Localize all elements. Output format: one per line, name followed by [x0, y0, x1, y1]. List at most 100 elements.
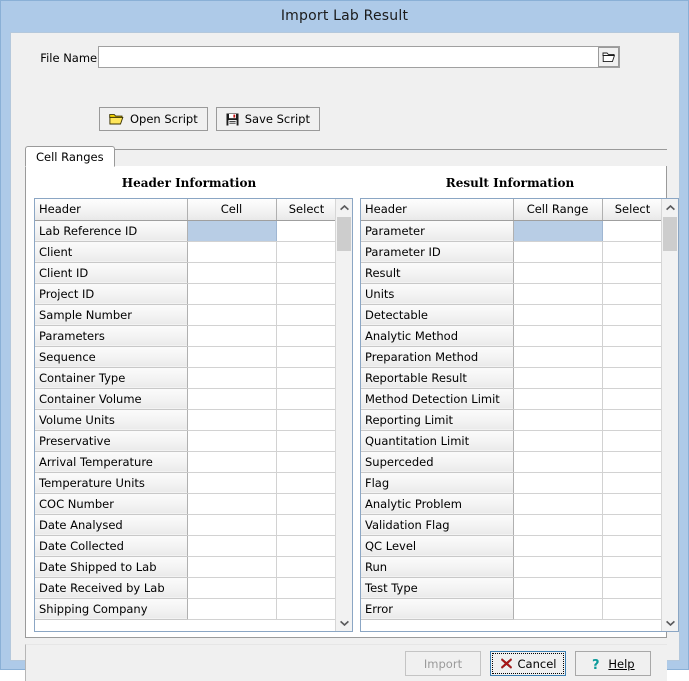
row-header-cell[interactable]: Analytic Problem [361, 493, 514, 515]
row-header-cell[interactable]: Error [361, 598, 514, 620]
row-header-cell[interactable]: Lab Reference ID [35, 220, 188, 242]
row-header-cell[interactable]: Run [361, 556, 514, 578]
row-select-cell[interactable] [602, 556, 661, 578]
table-row[interactable]: Date Received by Lab [35, 577, 335, 599]
row-value-cell[interactable] [513, 493, 603, 515]
row-header-cell[interactable]: Arrival Temperature [35, 451, 188, 473]
table-row[interactable]: Method Detection Limit [361, 388, 661, 410]
row-header-cell[interactable]: Date Collected [35, 535, 188, 557]
table-row[interactable]: QC Level [361, 535, 661, 557]
row-value-cell[interactable] [187, 430, 277, 452]
table-row[interactable]: Reporting Limit [361, 409, 661, 431]
row-select-cell[interactable] [276, 430, 335, 452]
row-value-cell[interactable] [513, 577, 603, 599]
table-row[interactable]: Analytic Problem [361, 493, 661, 515]
table-row[interactable]: Error [361, 598, 661, 620]
row-header-cell[interactable]: Units [361, 283, 514, 305]
row-header-cell[interactable]: Volume Units [35, 409, 188, 431]
file-name-input[interactable] [101, 47, 596, 67]
row-header-cell[interactable]: Date Analysed [35, 514, 188, 536]
import-button[interactable]: Import [405, 651, 481, 676]
row-value-cell[interactable] [187, 472, 277, 494]
row-select-cell[interactable] [602, 514, 661, 536]
table-row[interactable]: Parameter [361, 220, 661, 242]
row-header-cell[interactable]: COC Number [35, 493, 188, 515]
row-select-cell[interactable] [602, 346, 661, 368]
scrollbar-thumb[interactable] [663, 217, 677, 251]
row-select-cell[interactable] [276, 220, 335, 242]
table-row[interactable]: Preparation Method [361, 346, 661, 368]
table-row[interactable]: Client ID [35, 262, 335, 284]
cancel-button[interactable]: Cancel [490, 651, 566, 676]
table-row[interactable]: Result [361, 262, 661, 284]
row-select-cell[interactable] [276, 388, 335, 410]
column-header-header[interactable]: Header [361, 199, 514, 221]
row-select-cell[interactable] [602, 262, 661, 284]
row-header-cell[interactable]: Container Volume [35, 388, 188, 410]
chevron-up-icon[interactable] [662, 199, 678, 216]
row-header-cell[interactable]: Date Shipped to Lab [35, 556, 188, 578]
row-select-cell[interactable] [602, 283, 661, 305]
row-select-cell[interactable] [276, 451, 335, 473]
row-select-cell[interactable] [276, 598, 335, 620]
row-value-cell[interactable] [513, 514, 603, 536]
row-value-cell[interactable] [187, 493, 277, 515]
row-header-cell[interactable]: Container Type [35, 367, 188, 389]
row-header-cell[interactable]: Parameter ID [361, 241, 514, 263]
help-button[interactable]: ? Help [575, 651, 651, 676]
row-header-cell[interactable]: Validation Flag [361, 514, 514, 536]
row-value-cell[interactable] [187, 388, 277, 410]
row-value-cell[interactable] [187, 556, 277, 578]
row-select-cell[interactable] [276, 493, 335, 515]
row-value-cell[interactable] [187, 346, 277, 368]
chevron-down-icon[interactable] [662, 614, 678, 631]
row-select-cell[interactable] [602, 325, 661, 347]
row-value-cell[interactable] [513, 220, 603, 242]
row-value-cell[interactable] [187, 220, 277, 242]
row-select-cell[interactable] [276, 577, 335, 599]
row-header-cell[interactable]: Client ID [35, 262, 188, 284]
row-header-cell[interactable]: Flag [361, 472, 514, 494]
row-header-cell[interactable]: QC Level [361, 535, 514, 557]
row-select-cell[interactable] [602, 220, 661, 242]
row-value-cell[interactable] [187, 262, 277, 284]
row-header-cell[interactable]: Result [361, 262, 514, 284]
row-value-cell[interactable] [187, 241, 277, 263]
table-row[interactable]: Date Collected [35, 535, 335, 557]
row-header-cell[interactable]: Method Detection Limit [361, 388, 514, 410]
row-header-cell[interactable]: Analytic Method [361, 325, 514, 347]
table-row[interactable]: Container Volume [35, 388, 335, 410]
row-value-cell[interactable] [513, 430, 603, 452]
table-row[interactable]: Detectable [361, 304, 661, 326]
row-select-cell[interactable] [276, 409, 335, 431]
save-script-button[interactable]: Save Script [215, 107, 320, 131]
row-value-cell[interactable] [513, 304, 603, 326]
row-select-cell[interactable] [276, 472, 335, 494]
table-row[interactable]: Sample Number [35, 304, 335, 326]
row-select-cell[interactable] [602, 430, 661, 452]
row-select-cell[interactable] [602, 493, 661, 515]
result-grid-scrollbar[interactable] [661, 199, 678, 631]
row-select-cell[interactable] [602, 409, 661, 431]
table-row[interactable]: Date Analysed [35, 514, 335, 536]
column-header-header[interactable]: Header [35, 199, 188, 221]
row-select-cell[interactable] [602, 577, 661, 599]
row-value-cell[interactable] [513, 598, 603, 620]
table-row[interactable]: Superceded [361, 451, 661, 473]
table-row[interactable]: Volume Units [35, 409, 335, 431]
row-select-cell[interactable] [602, 241, 661, 263]
table-row[interactable]: COC Number [35, 493, 335, 515]
row-select-cell[interactable] [276, 283, 335, 305]
row-value-cell[interactable] [187, 514, 277, 536]
row-select-cell[interactable] [602, 535, 661, 557]
table-row[interactable]: Parameter ID [361, 241, 661, 263]
row-select-cell[interactable] [276, 262, 335, 284]
table-row[interactable]: Lab Reference ID [35, 220, 335, 242]
row-select-cell[interactable] [276, 304, 335, 326]
table-row[interactable]: Parameters [35, 325, 335, 347]
row-select-cell[interactable] [602, 451, 661, 473]
row-value-cell[interactable] [187, 409, 277, 431]
row-value-cell[interactable] [513, 472, 603, 494]
open-script-button[interactable]: Open Script [99, 107, 208, 131]
row-value-cell[interactable] [513, 409, 603, 431]
